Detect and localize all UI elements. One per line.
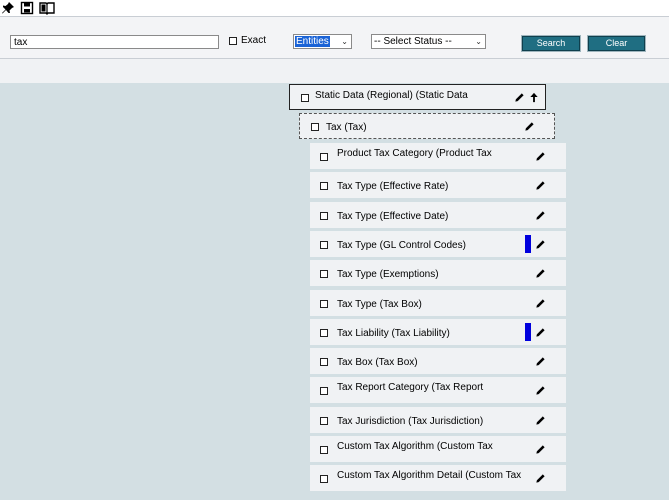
node-label: Tax Jurisdiction (Tax Jurisdiction): [337, 416, 484, 427]
node-checkbox[interactable]: [301, 94, 309, 102]
node-checkbox[interactable]: [320, 153, 328, 161]
tree-node-item[interactable]: Tax Type (GL Control Codes): [310, 231, 566, 257]
edit-pencil-icon[interactable]: [535, 180, 546, 191]
tree-node-item[interactable]: Tax Type (Effective Rate): [310, 172, 566, 198]
edit-pencil-icon[interactable]: [535, 210, 546, 221]
node-label: Tax Liability (Tax Liability): [337, 328, 450, 339]
tree-node-item[interactable]: Tax Type (Effective Date): [310, 202, 566, 228]
node-checkbox[interactable]: [320, 417, 328, 425]
status-select-value: -- Select Status --: [374, 36, 452, 47]
node-checkbox[interactable]: [320, 358, 328, 366]
node-label: Tax (Tax): [326, 122, 367, 133]
edit-pencil-icon[interactable]: [514, 92, 525, 103]
node-label: Product Tax Category (Product Tax: [337, 148, 492, 159]
sub-toolbar: [0, 59, 669, 83]
edit-pencil-icon[interactable]: [535, 444, 546, 455]
type-select[interactable]: Entities ⌄: [293, 34, 352, 49]
status-marker: [525, 235, 531, 253]
save-icon[interactable]: [20, 1, 34, 15]
node-label: Tax Type (GL Control Codes): [337, 240, 466, 251]
pin-icon[interactable]: [1, 1, 15, 15]
chevron-down-icon: ⌄: [475, 37, 482, 46]
node-label: Tax Type (Effective Date): [337, 211, 449, 222]
node-checkbox[interactable]: [320, 270, 328, 278]
toolbar: [0, 0, 669, 16]
node-label: Tax Type (Tax Box): [337, 299, 422, 310]
status-select[interactable]: -- Select Status -- ⌄: [371, 34, 486, 49]
edit-pencil-icon[interactable]: [535, 385, 546, 396]
tree-node-item[interactable]: Tax Type (Exemptions): [310, 260, 566, 286]
book-icon[interactable]: [39, 1, 55, 15]
node-label: Tax Box (Tax Box): [337, 357, 418, 368]
edit-pencil-icon[interactable]: [535, 298, 546, 309]
type-select-value: Entities: [295, 36, 330, 47]
tree-node-item[interactable]: Tax Box (Tax Box): [310, 348, 566, 374]
node-label: Static Data (Regional) (Static Data: [315, 90, 468, 101]
node-checkbox[interactable]: [320, 387, 328, 395]
node-label: Tax Type (Exemptions): [337, 269, 439, 280]
tree-node-root[interactable]: Static Data (Regional) (Static Data: [289, 84, 546, 110]
status-marker: [525, 323, 531, 341]
tree-node-item[interactable]: Custom Tax Algorithm (Custom Tax: [310, 436, 566, 462]
tree-node-parent[interactable]: Tax (Tax): [299, 113, 555, 139]
exact-label: Exact: [241, 35, 267, 46]
edit-pencil-icon[interactable]: [535, 356, 546, 367]
arrow-up-icon[interactable]: [529, 92, 539, 103]
node-checkbox[interactable]: [320, 212, 328, 220]
clear-button[interactable]: Clear: [587, 35, 646, 52]
search-button[interactable]: Search: [521, 35, 581, 52]
node-checkbox[interactable]: [320, 446, 328, 454]
search-input[interactable]: [10, 35, 219, 49]
node-checkbox[interactable]: [320, 182, 328, 190]
node-label: Custom Tax Algorithm (Custom Tax: [337, 441, 493, 452]
chevron-down-icon: ⌄: [341, 37, 348, 46]
search-bar: Exact Entities ⌄ -- Select Status -- ⌄ S…: [0, 16, 669, 59]
tree-node-item[interactable]: Tax Type (Tax Box): [310, 290, 566, 316]
node-checkbox[interactable]: [320, 241, 328, 249]
node-label: Tax Type (Effective Rate): [337, 181, 449, 192]
tree-node-item[interactable]: Tax Report Category (Tax Report: [310, 377, 566, 403]
exact-checkbox[interactable]: [229, 37, 237, 45]
edit-pencil-icon[interactable]: [535, 268, 546, 279]
tree-node-item[interactable]: Custom Tax Algorithm Detail (Custom Tax: [310, 465, 566, 491]
edit-pencil-icon[interactable]: [535, 473, 546, 484]
tree-node-item[interactable]: Product Tax Category (Product Tax: [310, 143, 566, 169]
edit-pencil-icon[interactable]: [535, 415, 546, 426]
edit-pencil-icon[interactable]: [535, 327, 546, 338]
edit-pencil-icon[interactable]: [535, 151, 546, 162]
tree-node-item[interactable]: Tax Liability (Tax Liability): [310, 319, 566, 345]
node-checkbox[interactable]: [320, 475, 328, 483]
node-label: Custom Tax Algorithm Detail (Custom Tax: [337, 470, 522, 481]
node-label: Tax Report Category (Tax Report: [337, 382, 484, 393]
tree-node-item[interactable]: Tax Jurisdiction (Tax Jurisdiction): [310, 407, 566, 433]
edit-pencil-icon[interactable]: [535, 239, 546, 250]
edit-pencil-icon[interactable]: [524, 121, 535, 132]
node-checkbox[interactable]: [311, 123, 319, 131]
node-checkbox[interactable]: [320, 300, 328, 308]
node-checkbox[interactable]: [320, 329, 328, 337]
